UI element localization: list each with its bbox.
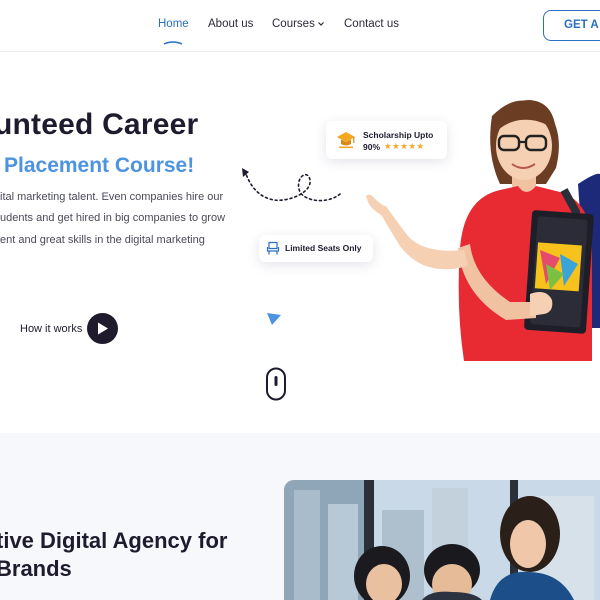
team-photo bbox=[284, 480, 600, 600]
limited-seats-label: Limited Seats Only bbox=[285, 243, 362, 253]
hero-subtitle: Placement Course! bbox=[4, 154, 195, 177]
student-image bbox=[360, 88, 600, 361]
active-underline-icon bbox=[163, 41, 183, 45]
mouse-scroll-icon[interactable] bbox=[265, 367, 287, 401]
arrow-squiggle-icon bbox=[242, 168, 341, 202]
hero-description-line: ent and great skills in the digital mark… bbox=[0, 234, 205, 246]
nav-courses[interactable]: Courses bbox=[272, 18, 315, 30]
chevron-down-icon[interactable] bbox=[317, 20, 325, 28]
section-title-line: Brands bbox=[0, 556, 72, 581]
chair-icon bbox=[266, 241, 280, 255]
hero-title: unteed Career bbox=[0, 108, 199, 141]
how-it-works-link[interactable]: How it works bbox=[20, 323, 82, 335]
hero-description-line: ital marketing talent. Even companies hi… bbox=[0, 191, 224, 203]
graduation-cap-icon bbox=[337, 132, 355, 149]
limited-seats-badge: Limited Seats Only bbox=[259, 235, 373, 262]
nav-home[interactable]: Home bbox=[158, 18, 189, 30]
hero-description-line: udents and get hired in big companies to… bbox=[0, 212, 226, 224]
get-started-button[interactable]: GET A F bbox=[543, 10, 600, 41]
play-video-button[interactable] bbox=[87, 313, 118, 344]
section-title-line: tive Digital Agency for bbox=[0, 528, 228, 553]
nav-contact-us[interactable]: Contact us bbox=[344, 18, 399, 30]
triangle-icon bbox=[267, 313, 281, 325]
play-icon bbox=[98, 322, 108, 335]
site-header: Home About us Courses Contact us GET A F bbox=[0, 0, 600, 52]
nav-about-us[interactable]: About us bbox=[208, 18, 253, 30]
